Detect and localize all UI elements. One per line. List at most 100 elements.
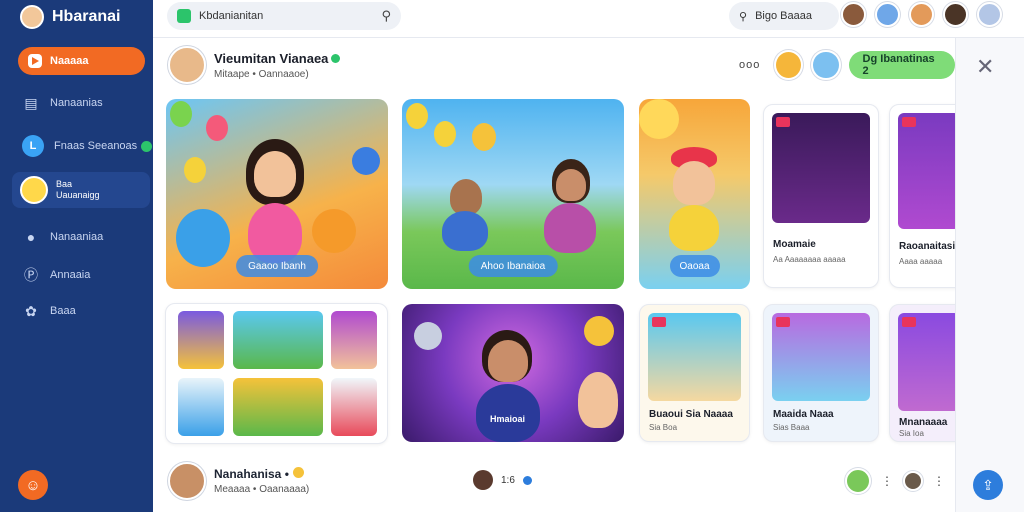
game-tile-5[interactable]: Mnanaaaa Sia Ioa [889, 304, 961, 442]
avatar[interactable] [909, 2, 934, 27]
person-icon: ● [26, 229, 36, 245]
search-input[interactable] [199, 10, 359, 22]
game-tile-1[interactable]: Moamaie Aa Aaaaaaaa aaaaa [763, 104, 879, 288]
follow-button[interactable]: Dg Ibanatinas 2 [848, 51, 955, 79]
grid-thumb[interactable] [178, 378, 224, 436]
post-2-actions: ⋮ ⋮ [845, 468, 945, 494]
avatar[interactable] [943, 2, 968, 27]
sidebar-item-label: Nanaaniaa [50, 231, 104, 243]
tile-2-subtitle: Aaaa aaaaa [899, 257, 943, 266]
tile-1-subtitle: Aa Aaaaaaaa aaaaa [773, 255, 846, 264]
post-2-author-name[interactable]: Nanahanisa • [214, 467, 289, 481]
more-options-text[interactable]: ooo [739, 59, 760, 71]
secondary-search-box[interactable]: ⚲ Bigo Baaaa [729, 2, 839, 30]
post-2-author-block: Nanahanisa • Meaaaa • Oaanaaaa) [214, 467, 309, 495]
post-author-name[interactable]: Vieumitan Vianaea [214, 51, 328, 66]
avatar[interactable] [903, 471, 923, 491]
character-body [442, 211, 488, 251]
tag-icon [902, 317, 916, 327]
brand[interactable]: Hbaranai [20, 5, 120, 29]
character-face [450, 179, 482, 215]
character-face [488, 340, 528, 382]
post-2-meta: 1:6 [473, 470, 532, 490]
game-card-2[interactable]: Ahoo Ibanaioa [402, 99, 624, 289]
avatar[interactable] [875, 2, 900, 27]
tile-1-image [772, 113, 870, 223]
more-options-icon[interactable]: ⋮ [933, 474, 945, 488]
avatar[interactable] [811, 50, 841, 80]
search-icon[interactable]: ⚲ [381, 8, 391, 24]
character-body [544, 203, 596, 253]
avatar[interactable] [774, 50, 804, 80]
card-1-button[interactable]: Gaaoo Ibanh [236, 255, 318, 277]
card-3-button[interactable]: Oaoaa [669, 255, 720, 277]
game-card-3[interactable]: Oaoaa [639, 99, 750, 289]
tile-2-image [898, 113, 960, 229]
main-feed: Vieumitan Vianaea Mitaape • Oannaaoe) oo… [153, 38, 961, 512]
post-subtitle: Mitaape • Oannaaoe) [214, 68, 309, 80]
balloon-icon [184, 157, 206, 183]
game-card-center[interactable]: Hmaioai [402, 304, 624, 442]
avatar[interactable] [845, 468, 871, 494]
sidebar-action-button[interactable]: ☺ [18, 470, 48, 500]
grid-thumb[interactable] [233, 311, 323, 369]
character-body [669, 205, 719, 251]
search-box[interactable]: ⚲ [167, 2, 401, 30]
card-2-button[interactable]: Ahoo Ibanaioa [468, 255, 558, 277]
tile-5-image [898, 313, 960, 411]
sidebar-primary-button[interactable]: Naaaaa [18, 47, 145, 75]
game-tile-3[interactable]: Buaoui Sia Naaaa Sia Boa [639, 304, 750, 442]
tag-icon [902, 117, 916, 127]
share-icon: ⇪ [982, 476, 994, 493]
grid-thumb[interactable] [331, 311, 377, 369]
sidebar-item-3[interactable]: ● Nanaaniaa [22, 228, 103, 246]
balloon-icon [406, 103, 428, 129]
post-2-header: Nanahanisa • Meaaaa • Oaanaaaa) [168, 462, 309, 500]
character-body [476, 384, 540, 442]
bubble-icon [352, 147, 380, 175]
author-avatar[interactable] [168, 46, 206, 84]
post-2-count: 1:6 [501, 474, 515, 486]
sidebar-item-5[interactable]: ✿ Baaa [22, 302, 76, 320]
sidebar-item-4[interactable]: Ⓟ Annaaia [22, 266, 90, 284]
tile-5-title: Mnanaaaa [899, 417, 948, 428]
author-avatar[interactable] [168, 462, 206, 500]
blue-creature [176, 209, 230, 267]
close-icon[interactable]: ✕ [976, 54, 994, 80]
more-options-icon[interactable]: ⋮ [881, 474, 893, 488]
character-face [556, 169, 586, 201]
share-button[interactable]: ⇪ [973, 470, 1003, 500]
game-tile-4[interactable]: Maaida Naaa Sias Baaa [763, 304, 879, 442]
sidebar-item-active[interactable]: Baa Uauanaigg [12, 172, 150, 208]
online-dot-icon [141, 140, 153, 152]
tag-icon [776, 317, 790, 327]
game-card-1[interactable]: Gaaoo Ibanh [166, 99, 388, 289]
tile-5-subtitle: Sia Ioa [899, 429, 924, 438]
play-icon [28, 54, 42, 68]
sidebar-item-1[interactable]: ▤ Nanaanias [22, 94, 103, 112]
orange-creature [312, 209, 356, 253]
brand-avatar [20, 5, 44, 29]
grid-thumb[interactable] [331, 378, 377, 436]
sidebar-item-label: Nanaanias [50, 97, 103, 109]
tag-icon [776, 117, 790, 127]
sidebar-item-2[interactable]: L Fnaas Seeanoas [22, 135, 153, 157]
tile-3-title: Buaoui Sia Naaaa [649, 409, 733, 420]
avatar[interactable] [473, 470, 493, 490]
coin-icon [414, 322, 442, 350]
gamepad-icon: ✿ [25, 302, 37, 319]
sun-icon [639, 99, 679, 139]
post-actions: ooo Dg Ibanatinas 2 [739, 50, 955, 80]
toy-creature [472, 123, 496, 151]
tag-icon [652, 317, 666, 327]
tile-1-title: Moamaie [773, 239, 816, 250]
post-header: Vieumitan Vianaea Mitaape • Oannaaoe) [168, 46, 341, 84]
avatar[interactable] [977, 2, 1002, 27]
thumbnail-grid [165, 303, 388, 444]
grid-thumb[interactable] [178, 311, 224, 369]
sidebar-item-label: Annaaia [50, 269, 91, 281]
grid-thumb[interactable] [233, 378, 323, 436]
p-icon: Ⓟ [24, 267, 38, 283]
game-tile-2[interactable]: Raoanaitasi Aaaa aaaaa [889, 104, 961, 288]
avatar[interactable] [841, 2, 866, 27]
